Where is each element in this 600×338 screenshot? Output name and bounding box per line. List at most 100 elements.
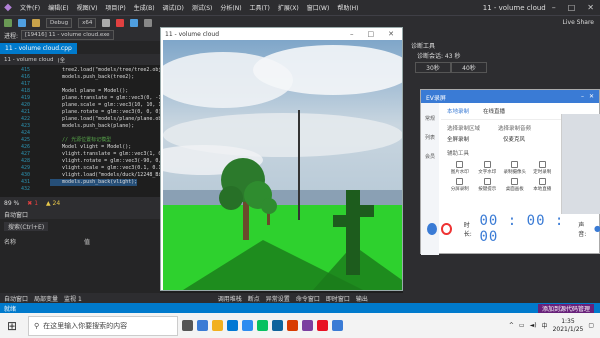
menu-window[interactable]: 窗口(W): [303, 3, 334, 12]
visual-studio-logo-icon[interactable]: ◆: [0, 0, 16, 15]
ime-indicator[interactable]: 中: [542, 321, 548, 330]
tool-split-screen[interactable]: 分屏录制: [447, 178, 473, 192]
tab-autos[interactable]: 自动窗口: [4, 294, 28, 303]
tab-live-stream[interactable]: 在线直播: [483, 107, 505, 115]
tab-volume-cloud-cpp[interactable]: 11 - volume cloud.cpp: [0, 43, 77, 54]
live-share-button[interactable]: Live Share: [563, 19, 594, 26]
close-icon[interactable]: ✕: [587, 3, 594, 12]
microphone-icon[interactable]: ●: [594, 224, 600, 233]
menu-tools[interactable]: 工具(T): [246, 3, 274, 12]
warning-count[interactable]: ▲ 24: [46, 200, 60, 207]
ev-recorder-icon[interactable]: [332, 320, 343, 331]
stop-icon[interactable]: [116, 18, 125, 27]
menu-project[interactable]: 项目(P): [101, 3, 129, 12]
step-icon[interactable]: [144, 18, 153, 27]
menu-edit[interactable]: 编辑(E): [44, 3, 72, 12]
tab-local-record[interactable]: 本地录制: [447, 107, 469, 115]
code-line[interactable]: tree2.load("models/tree/tree2.obj");: [50, 67, 160, 74]
menu-help[interactable]: 帮助(H): [333, 3, 362, 12]
netease-music-icon[interactable]: [317, 320, 328, 331]
tab-command[interactable]: 命令窗口: [296, 294, 320, 303]
menu-view[interactable]: 视图(V): [73, 3, 102, 12]
audio-select[interactable]: 仅麦克风: [503, 135, 525, 143]
ev-recorder-window[interactable]: EV录屏 – ✕ 常规 列表 会员 本地录制 在线直播 选择录制区域 选择录制音频…: [420, 89, 600, 255]
tab-exceptions[interactable]: 异常设置: [266, 294, 290, 303]
powerpoint-icon[interactable]: [287, 320, 298, 331]
tray-arrow-icon[interactable]: ^: [509, 322, 514, 329]
tab-immediate[interactable]: 即时窗口: [326, 294, 350, 303]
code-line[interactable]: Model plane = Model();: [50, 88, 128, 95]
code-line[interactable]: vlight.rotate = glm::vec3(-90, 0, 0);: [50, 158, 160, 165]
render-window[interactable]: 11 - volume cloud – □ ✕: [160, 27, 403, 291]
tab-output[interactable]: 输出: [356, 294, 368, 303]
ev-side-general[interactable]: 常规: [421, 103, 439, 122]
code-line[interactable]: plane.rotate = glm::vec3(0, 0, 0);: [50, 109, 160, 116]
code-line[interactable]: models.push_back(plane);: [50, 123, 134, 130]
tool-local-live[interactable]: 本地直播: [530, 178, 556, 192]
network-icon[interactable]: ▭: [519, 322, 525, 329]
tool-key-hint[interactable]: 按键提示: [475, 178, 501, 192]
menu-analyze[interactable]: 分析(N): [216, 3, 245, 12]
tab-locals[interactable]: 局部变量: [34, 294, 58, 303]
process-select[interactable]: [19416] 11 - volume cloud.exe: [21, 30, 114, 40]
minimize-icon[interactable]: –: [350, 30, 354, 38]
tool-image-watermark[interactable]: 图片水印: [447, 161, 473, 175]
menu-test[interactable]: 测试(S): [188, 3, 217, 12]
code-line[interactable]: vlight.scale = glm::vec3(0.1, 0.1, 0.1);: [50, 165, 160, 172]
back-icon[interactable]: [4, 18, 12, 27]
menu-build[interactable]: 生成(B): [130, 3, 159, 12]
qq-icon[interactable]: [242, 320, 253, 331]
close-icon[interactable]: ✕: [589, 93, 594, 100]
code-line[interactable]: models.push_back(tree2);: [50, 74, 134, 81]
wechat-icon[interactable]: [257, 320, 268, 331]
task-view-icon[interactable]: [182, 320, 193, 331]
ev-side-list[interactable]: 列表: [421, 122, 439, 141]
vscode-icon[interactable]: [272, 320, 283, 331]
notification-icon[interactable]: ▢: [588, 322, 594, 329]
rendered-scene[interactable]: [163, 40, 402, 290]
config-select[interactable]: Debug: [46, 17, 73, 28]
restart-icon[interactable]: [130, 18, 139, 27]
menu-debug[interactable]: 调试(D): [159, 3, 188, 12]
code-editor[interactable]: 415 416 417 418 419 420 421 422 423 424 425 426 427 4…: [0, 65, 160, 197]
edge-icon[interactable]: [197, 320, 208, 331]
maximize-icon[interactable]: □: [568, 3, 576, 12]
zoom-level[interactable]: 89 %: [4, 200, 19, 207]
code-line[interactable]: vlight.translate = glm::vec3(1, 0, -1);: [50, 151, 160, 158]
global-scope-select[interactable]: (全: [58, 56, 66, 64]
stop-record-button[interactable]: [441, 222, 452, 235]
code-line[interactable]: models.push_back(vlight);: [50, 179, 138, 186]
tab-callstack[interactable]: 调用堆栈: [218, 294, 242, 303]
tool-timer[interactable]: 定时录制: [530, 161, 556, 175]
continue-icon[interactable]: [102, 18, 111, 27]
save-icon[interactable]: [18, 18, 26, 27]
tool-whiteboard[interactable]: 桌面画板: [502, 178, 528, 192]
file-explorer-icon[interactable]: [212, 320, 223, 331]
area-select[interactable]: 全屏录制: [447, 135, 469, 143]
taskbar-search[interactable]: ⚲ 在这里输入你要搜索的内容: [28, 315, 178, 336]
store-icon[interactable]: [227, 320, 238, 331]
minimize-icon[interactable]: –: [581, 93, 584, 100]
code-line[interactable]: Model vlight = Model();: [50, 144, 131, 151]
code-line[interactable]: vlight.load("models/duck/12248_Bird_v1_L…: [50, 172, 160, 179]
code-line[interactable]: plane.load("models/plane/plane.obj");: [50, 116, 160, 123]
tab-breakpoints[interactable]: 断点: [248, 294, 260, 303]
maximize-icon[interactable]: □: [368, 30, 375, 38]
close-icon[interactable]: ✕: [388, 30, 394, 38]
clock[interactable]: 1:35 2021/1/25: [553, 318, 584, 334]
error-count[interactable]: ✖ 1: [27, 200, 38, 207]
visual-studio-icon[interactable]: [302, 320, 313, 331]
start-record-button[interactable]: [427, 222, 438, 235]
platform-select[interactable]: x64: [78, 17, 97, 28]
ev-side-vip[interactable]: 会员: [421, 141, 439, 160]
tool-camera[interactable]: 录制摄像头: [502, 161, 528, 175]
scope-select[interactable]: 11 - volume cloud: [4, 57, 54, 63]
tool-text-watermark[interactable]: 文字水印: [475, 161, 501, 175]
code-line[interactable]: // 光源位置标记模型: [50, 137, 111, 144]
volume-icon[interactable]: ◄): [530, 322, 537, 329]
undo-icon[interactable]: [32, 18, 40, 27]
code-line[interactable]: plane.translate = glm::vec3(0, -1.1, 0);: [50, 95, 160, 102]
menu-extensions[interactable]: 扩展(X): [274, 3, 303, 12]
tab-watch[interactable]: 监视 1: [64, 294, 82, 303]
menu-file[interactable]: 文件(F): [16, 3, 44, 12]
